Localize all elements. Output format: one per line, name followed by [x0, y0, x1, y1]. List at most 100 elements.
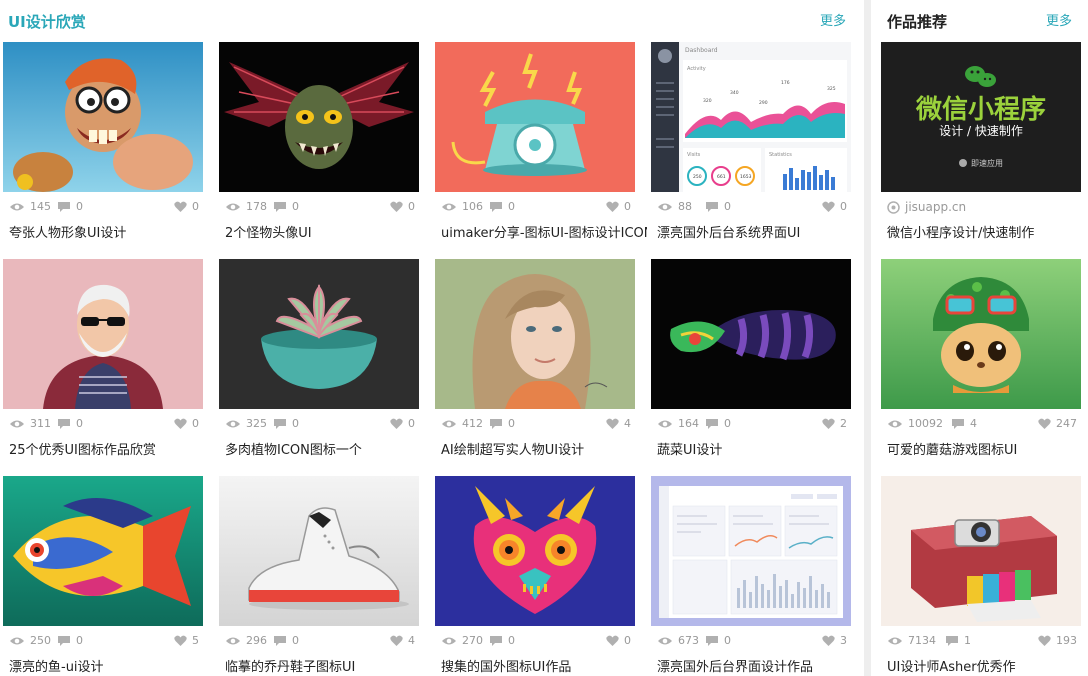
heart-icon	[390, 418, 403, 429]
heart-icon	[822, 635, 835, 646]
card-title[interactable]: UI设计师Asher优秀作	[887, 659, 1088, 676]
card[interactable]: 673 0 3 漂亮国外后台界面设计作品	[651, 476, 851, 676]
section-title: UI设计欣赏	[8, 13, 86, 31]
comments-stat: 0	[57, 634, 83, 648]
card[interactable]: 250 0 5 漂亮的鱼-ui设计	[3, 476, 203, 676]
brand-logo-icon	[959, 159, 967, 167]
comments-stat: 4	[951, 417, 977, 431]
heart-icon	[1038, 418, 1051, 429]
svg-text:340: 340	[730, 90, 739, 96]
views-stat: 164	[657, 417, 699, 431]
more-link[interactable]: 更多	[820, 14, 846, 30]
likes-stat[interactable]: 0	[390, 417, 415, 431]
likes-stat[interactable]: 3	[822, 634, 847, 648]
card[interactable]: 325 0 0 多肉植物ICON图标一个	[219, 259, 419, 475]
eye-icon	[10, 420, 24, 428]
ad-card[interactable]: 微信小程序 设计 / 快速制作 即速应用 jisuapp.cn 微信小程序设计/…	[881, 42, 1081, 258]
card-stats: 178 0 0	[225, 200, 415, 214]
card-image	[219, 259, 419, 409]
card[interactable]: 145 0 0 夸张人物形象UI设计	[3, 42, 203, 258]
likes-stat[interactable]: 0	[822, 200, 847, 214]
card-title[interactable]: 搜集的国外图标UI作品	[441, 659, 647, 676]
card-title[interactable]: AI绘制超写实人物UI设计	[441, 442, 647, 460]
views-stat: 325	[225, 417, 267, 431]
card[interactable]: 412 0 4 AI绘制超写实人物UI设计	[435, 259, 635, 475]
card-title[interactable]: 25个优秀UI图标作品欣赏	[9, 442, 215, 460]
card-title[interactable]: 漂亮国外后台系统界面UI	[657, 225, 863, 243]
likes-stat[interactable]: 5	[174, 634, 199, 648]
comments-stat: 0	[273, 200, 299, 214]
card-image	[435, 476, 635, 626]
svg-text:250: 250	[693, 174, 702, 180]
card-title[interactable]: 夸张人物形象UI设计	[9, 225, 215, 243]
card[interactable]: 7134 1 193 UI设计师Asher优秀作	[881, 476, 1081, 676]
comments-stat: 0	[273, 417, 299, 431]
likes-stat[interactable]: 0	[390, 200, 415, 214]
comment-icon	[946, 636, 958, 646]
likes-stat[interactable]: 4	[390, 634, 415, 648]
svg-text:320: 320	[703, 98, 712, 104]
card[interactable]: 164 0 2 蔬菜UI设计	[651, 259, 851, 475]
eye-icon	[442, 203, 456, 211]
card-title[interactable]: 多肉植物ICON图标一个	[225, 442, 431, 460]
globe-icon	[887, 200, 900, 214]
card-title[interactable]: uimaker分享-图标UI-图标设计ICON	[441, 225, 647, 243]
column-divider	[864, 0, 871, 676]
comment-icon	[706, 419, 718, 429]
likes-stat[interactable]: 0	[606, 200, 631, 214]
comments-stat: 0	[705, 634, 731, 648]
card-stats: 250 0 5	[9, 634, 199, 648]
ad-title[interactable]: 微信小程序设计/快速制作	[887, 225, 1088, 243]
card[interactable]: Dashboard Activity 320 340 290 176 325 Visit…	[651, 42, 851, 258]
card-stats: 10092 4 247	[887, 417, 1077, 431]
heart-icon	[606, 635, 619, 646]
card-title[interactable]: 漂亮国外后台界面设计作品	[657, 659, 863, 676]
views-stat: 296	[225, 634, 267, 648]
comments-stat: 0	[57, 200, 83, 214]
views-stat: 250	[9, 634, 51, 648]
eye-icon	[888, 420, 902, 428]
card-title[interactable]: 2个怪物头像UI	[225, 225, 431, 243]
heart-icon	[174, 418, 187, 429]
svg-text:微信小程序: 微信小程序	[915, 94, 1046, 125]
card-image	[3, 259, 203, 409]
card-title[interactable]: 临摹的乔丹鞋子图标UI	[225, 659, 431, 676]
likes-stat[interactable]: 0	[606, 634, 631, 648]
card[interactable]: 106 0 0 uimaker分享-图标UI-图标设计ICON	[435, 42, 647, 258]
comments-stat: 0	[489, 200, 515, 214]
card[interactable]: 10092 4 247 可爱的蘑菇游戏图标UI	[881, 259, 1081, 475]
card-image	[435, 42, 635, 192]
card-stats: 106 0 0	[441, 200, 631, 214]
likes-stat[interactable]: 193	[1038, 634, 1077, 648]
eye-icon	[658, 420, 672, 428]
heart-icon	[174, 635, 187, 646]
card[interactable]: 270 0 0 搜集的国外图标UI作品	[435, 476, 635, 676]
recommended-section: 作品推荐 更多 微信小程序 设计 / 快速制作 即速应用 jisuapp.cn …	[871, 0, 1088, 676]
views-stat: 311	[9, 417, 51, 431]
likes-stat[interactable]: 0	[174, 200, 199, 214]
card[interactable]: 311 0 0 25个优秀UI图标作品欣赏	[3, 259, 203, 475]
card-title[interactable]: 漂亮的鱼-ui设计	[9, 659, 215, 676]
eye-icon	[226, 637, 240, 645]
card[interactable]: 178 0 0 2个怪物头像UI	[219, 42, 419, 258]
likes-stat[interactable]: 0	[174, 417, 199, 431]
heart-icon	[1038, 635, 1051, 646]
eye-icon	[442, 637, 456, 645]
card-stats: 296 0 4	[225, 634, 415, 648]
heart-icon	[606, 201, 619, 212]
likes-stat[interactable]: 2	[822, 417, 847, 431]
card-stats: 673 0 3	[657, 634, 847, 648]
card-stats: 7134 1 193	[887, 634, 1077, 648]
comments-stat: 0	[489, 634, 515, 648]
heart-icon	[822, 201, 835, 212]
more-link[interactable]: 更多	[1046, 14, 1072, 30]
card-image	[219, 476, 419, 626]
likes-stat[interactable]: 247	[1038, 417, 1077, 431]
card-title[interactable]: 可爱的蘑菇游戏图标UI	[887, 442, 1088, 460]
comment-icon	[274, 419, 286, 429]
comment-icon	[706, 636, 718, 646]
card-title[interactable]: 蔬菜UI设计	[657, 442, 863, 460]
eye-icon	[226, 420, 240, 428]
likes-stat[interactable]: 4	[606, 417, 631, 431]
card[interactable]: 296 0 4 临摹的乔丹鞋子图标UI	[219, 476, 419, 676]
